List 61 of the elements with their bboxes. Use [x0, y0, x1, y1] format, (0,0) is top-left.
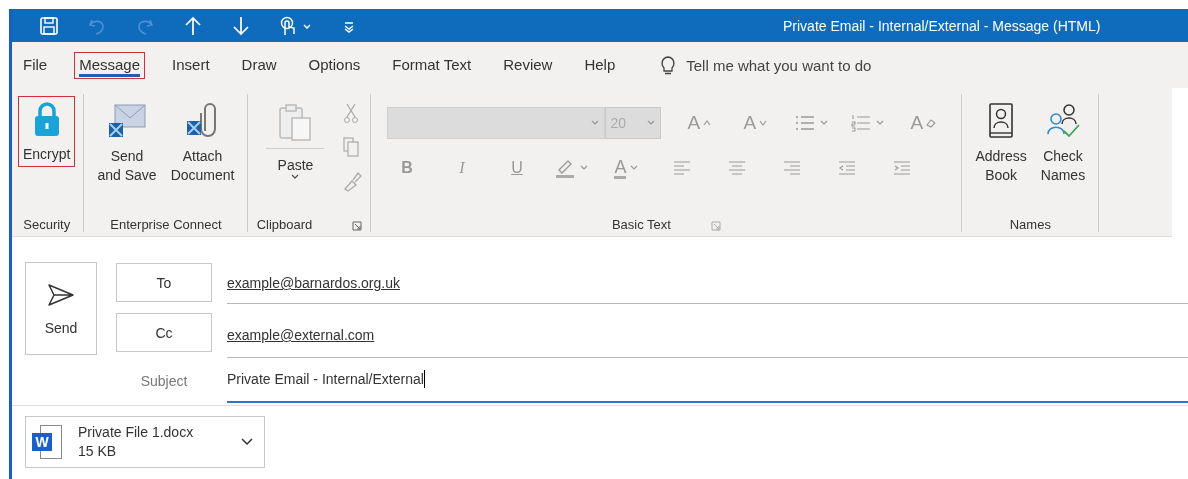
ribbon-tab[interactable]: Insert [167, 51, 215, 79]
group-label: Clipboard [256, 216, 313, 234]
tell-me-search-field[interactable]: Tell me what you want to do [684, 55, 949, 75]
chevron-down-icon[interactable] [240, 437, 254, 447]
dialog-launcher-icon[interactable] [352, 220, 363, 231]
chevron-down-icon [579, 164, 590, 172]
padlock-icon [32, 101, 61, 139]
group-label: Enterprise Connect [110, 216, 222, 234]
subject-label: Subject [139, 373, 189, 389]
ribbon-tab[interactable]: Draw [236, 51, 282, 79]
encrypt-button[interactable]: Encrypt [18, 96, 76, 167]
outdent-icon [836, 159, 857, 177]
group-label: Basic Text [611, 216, 671, 234]
chevron-down-icon [590, 119, 601, 127]
attachment-card[interactable]: W Private File 1.docx 15 KB [25, 416, 265, 468]
check-names-button[interactable]: Check Names [1035, 96, 1091, 188]
ribbon-tab[interactable]: Help [579, 51, 621, 79]
scissors-icon[interactable] [342, 102, 361, 124]
save-icon [38, 14, 60, 37]
group-label: Names [1009, 216, 1051, 234]
ribbon-tab[interactable]: Review [498, 51, 558, 79]
chevron-down-icon [874, 119, 885, 127]
chevron-down-icon [629, 164, 640, 172]
caret-up-icon [703, 119, 712, 127]
recipient-button[interactable]: Cc [116, 313, 212, 352]
window-title: Private Email - Internal/External - Message (HTML) [783, 17, 1101, 34]
copy-icon[interactable] [342, 136, 361, 158]
attachment-size: 15 KB [78, 442, 118, 461]
align-left-icon [671, 159, 692, 177]
ribbon-tab[interactable]: File [18, 51, 53, 79]
ribbon-tab[interactable]: Message [74, 51, 146, 79]
chevron-down-icon [646, 119, 657, 127]
touch-mode-icon [278, 14, 314, 37]
send-and-save-button[interactable]: Send and Save [92, 96, 162, 188]
ribbon-tab[interactable]: Format Text [387, 51, 477, 79]
subject-field[interactable]: Private Email - Internal/External [227, 357, 1188, 403]
send-icon [46, 281, 76, 308]
numbered-list-icon [849, 114, 872, 132]
send-button[interactable]: Send [25, 262, 97, 355]
ribbon-tab[interactable]: Options [303, 51, 366, 79]
down-arrow-icon [230, 14, 252, 37]
indent-icon [891, 159, 912, 177]
attach-document-button[interactable]: Attach Document [165, 96, 240, 188]
eraser-icon [926, 118, 937, 128]
caret-down-icon [759, 119, 768, 127]
lightbulb-icon [660, 54, 677, 76]
bullet-list-icon [793, 114, 816, 132]
font-name-field[interactable] [387, 107, 606, 139]
paste-button[interactable]: Paste [266, 96, 325, 181]
group-label: Security [23, 216, 71, 234]
chevron-down-icon [290, 173, 301, 181]
address-book-button[interactable]: Address Book [970, 96, 1032, 188]
email-address[interactable]: example@barnardos.org.uk [227, 275, 400, 291]
chevron-down-icon [818, 119, 829, 127]
recipient-button[interactable]: To [116, 263, 212, 302]
attachment-name: Private File 1.docx [78, 423, 195, 442]
align-center-icon [726, 159, 747, 177]
email-address[interactable]: example@external.com [227, 327, 375, 343]
align-right-icon [781, 159, 802, 177]
paintbrush-icon[interactable] [342, 170, 363, 192]
clipboard-icon [277, 102, 314, 142]
